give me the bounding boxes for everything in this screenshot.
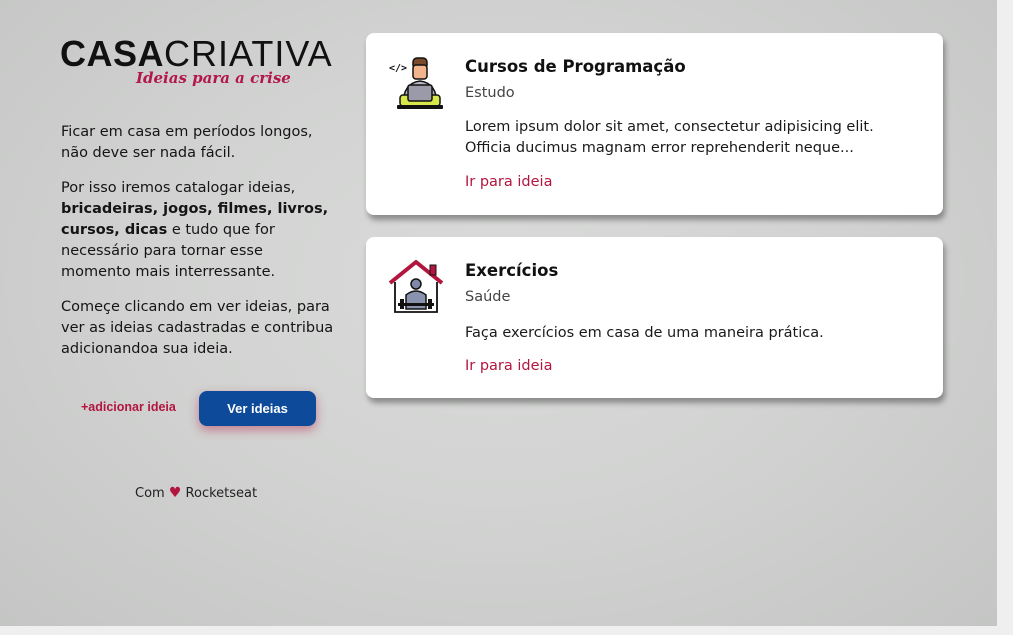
logo-criativa: CRIATIVA bbox=[164, 33, 333, 74]
go-to-idea-link[interactable]: Ir para ideia bbox=[465, 174, 552, 190]
idea-card: Exercícios Saúde Faça exercícios em casa… bbox=[366, 237, 943, 398]
intro-text: Ficar em casa em períodos longos, não de… bbox=[61, 122, 336, 374]
footer-suffix: Rocketseat bbox=[185, 486, 258, 501]
idea-category: Saúde bbox=[465, 289, 511, 305]
go-to-idea-link[interactable]: Ir para ideia bbox=[465, 358, 552, 374]
scrollbar-track bbox=[997, 0, 1013, 635]
view-ideas-button[interactable]: Ver ideias bbox=[199, 391, 316, 426]
programmer-icon: </> bbox=[388, 55, 444, 111]
intro-paragraph-1: Ficar em casa em períodos longos, não de… bbox=[61, 124, 313, 161]
idea-title: Cursos de Programação bbox=[465, 57, 686, 76]
logo-tagline: Ideias para a crise bbox=[136, 69, 291, 87]
idea-description: Lorem ipsum dolor sit amet, consectetur … bbox=[465, 119, 874, 156]
idea-title: Exercícios bbox=[465, 261, 559, 280]
page-bottom-edge bbox=[0, 626, 1013, 635]
idea-description: Faça exercícios em casa de uma maneira p… bbox=[465, 325, 824, 341]
svg-text:</>: </> bbox=[389, 63, 407, 74]
intro-paragraph-3: Começe clicando em ver ideias, para ver … bbox=[61, 299, 334, 357]
home-exercise-icon bbox=[388, 259, 444, 315]
intro-p2-start: Por isso iremos catalogar ideias, bbox=[61, 180, 296, 196]
idea-card: </> Cursos de Programação Estudo Lorem i… bbox=[366, 33, 943, 215]
idea-category: Estudo bbox=[465, 85, 515, 101]
add-idea-link[interactable]: +adicionar ideia bbox=[81, 400, 176, 414]
footer: Com ♥ Rocketseat bbox=[135, 485, 257, 501]
logo-casa: CASA bbox=[60, 33, 165, 74]
heart-icon: ♥ bbox=[168, 485, 182, 501]
intro-paragraph-2: Por isso iremos catalogar ideias, bricad… bbox=[61, 178, 336, 283]
logo-wordmark: CASACRIATIVA bbox=[60, 36, 333, 72]
logo: CASACRIATIVA Ideias para a crise bbox=[60, 36, 333, 96]
footer-prefix: Com bbox=[135, 486, 165, 501]
